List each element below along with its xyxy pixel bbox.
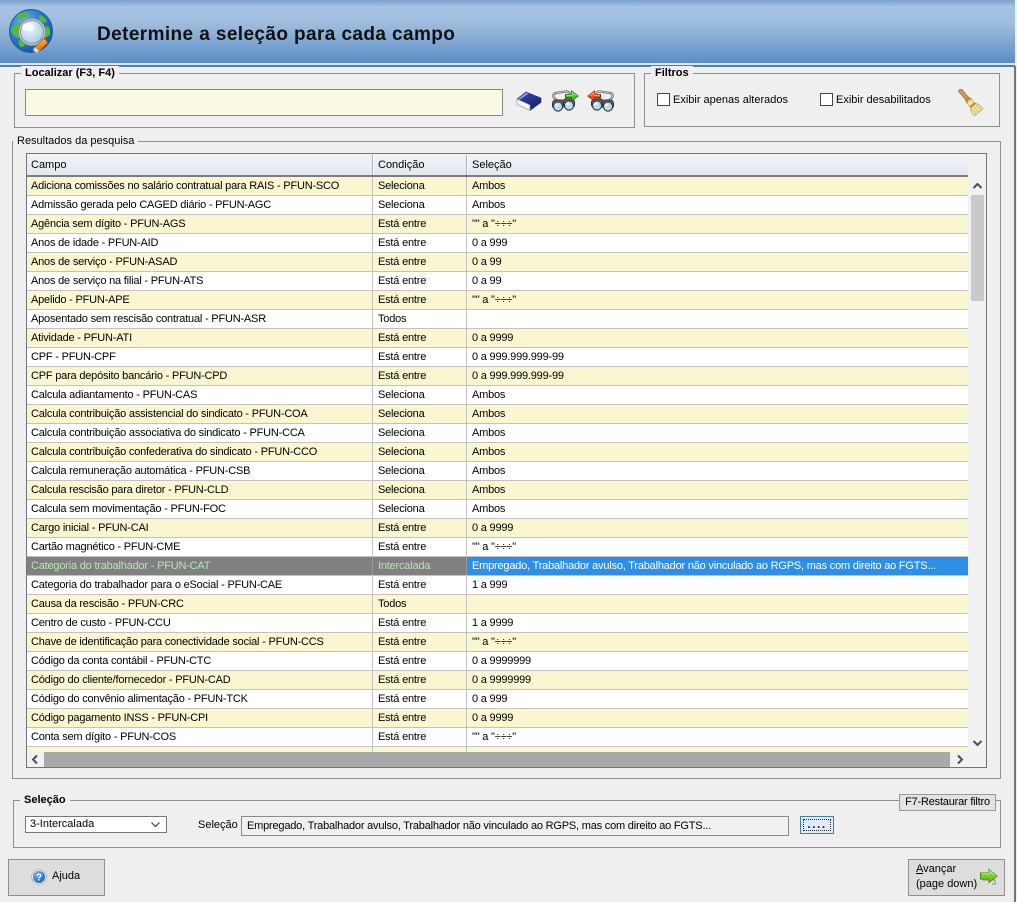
- svg-text:?: ?: [36, 873, 42, 884]
